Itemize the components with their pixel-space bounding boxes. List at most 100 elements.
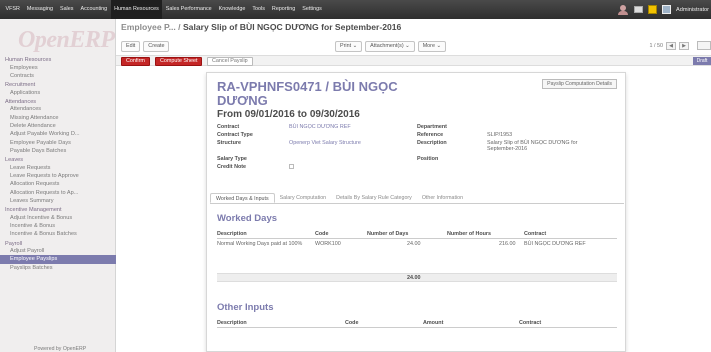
print-dropdown[interactable]: Print ⌄ — [335, 41, 363, 52]
department-label: Department — [417, 124, 447, 130]
cancel-payslip-button[interactable]: Cancel Payslip — [207, 57, 253, 66]
sidebar-item[interactable]: Employee Payable Days — [0, 139, 116, 147]
prev-record-button[interactable]: ◀ — [666, 42, 676, 50]
main-content: Employee P... / Salary Slip of BÙI NGỌC … — [116, 19, 711, 352]
sidebar-item[interactable]: Leaves Summary — [0, 197, 116, 205]
avatar[interactable] — [662, 5, 672, 14]
notebook-tab[interactable]: Worked Days & Inputs — [210, 193, 275, 203]
structure-field[interactable]: Openerp Viet Salary Structure — [289, 140, 361, 146]
sidebar-item[interactable]: Adjust Payroll — [0, 247, 116, 255]
column-header[interactable]: Contract — [524, 231, 546, 237]
sidebar-item[interactable]: Incentive & Bonus Batches — [0, 230, 116, 238]
column-header[interactable]: Code — [345, 320, 358, 326]
sidebar-item[interactable]: Attendances — [0, 105, 116, 113]
top-menu: VFSR Messaging Sales Accounting Human Resour… — [2, 0, 325, 19]
create-button[interactable]: Create — [143, 41, 170, 52]
sidebar-item[interactable]: Payable Days Batches — [0, 147, 116, 155]
column-header[interactable]: Description — [217, 320, 247, 326]
column-header[interactable]: Number of Hours — [447, 231, 491, 237]
column-header[interactable]: Amount — [423, 320, 443, 326]
sidebar-section-title: Payroll — [5, 240, 23, 247]
sidebar-item[interactable]: Adjust Payable Working D... — [0, 130, 116, 138]
top-menu-item[interactable]: VFSR — [2, 0, 23, 19]
sidebar-dropdowns: Print ⌄ Attachment(s) ⌄ More ⌄ — [335, 41, 446, 52]
payslip-details-button[interactable]: Payslip Computation Details — [542, 79, 617, 89]
user-name[interactable]: Administrator — [676, 7, 711, 13]
total-days: 24.00 — [407, 275, 421, 281]
contract-label: Contract — [217, 124, 240, 130]
reference-field[interactable]: SLIP/1953 — [487, 132, 512, 138]
contract-field[interactable]: BÙI NGỌC DƯƠNG REF — [289, 124, 351, 130]
form-view-button[interactable] — [697, 41, 711, 50]
user-icon[interactable] — [617, 4, 629, 15]
status-bar: Confirm Compute Sheet Cancel Payslip Dra… — [116, 55, 711, 66]
column-header[interactable]: Code — [315, 231, 328, 237]
top-menu-item[interactable]: Sales Performance — [162, 0, 215, 19]
credit-note-checkbox[interactable] — [289, 164, 294, 169]
reference-label: Reference — [417, 132, 444, 138]
top-menu-bar: VFSR Messaging Sales Accounting Human Resour… — [0, 0, 711, 19]
top-menu-item[interactable]: Tools — [249, 0, 269, 19]
top-menu-item[interactable]: Knowledge — [215, 0, 249, 19]
attachments-dropdown[interactable]: Attachment(s) ⌄ — [365, 41, 415, 52]
pager: 1 / 50 ◀ ▶ — [649, 42, 689, 50]
powered-by[interactable]: Powered by OpenERP — [34, 346, 86, 352]
app-logo[interactable]: OpenERP — [18, 27, 115, 54]
payslip-title: RA-VPHNFS0471 / BÙI NGỌC DƯƠNG — [217, 79, 398, 108]
sidebar-item[interactable]: Employee Payslips — [0, 255, 116, 264]
sidebar-item[interactable]: Incentive & Bonus — [0, 222, 116, 230]
sidebar-item[interactable]: Allocation Requests to Ap... — [0, 189, 116, 197]
top-menu-item[interactable]: Human Resources — [110, 0, 163, 19]
table-footer: 24.00 — [217, 273, 617, 282]
table-row[interactable]: Normal Working Days paid at 100% WORK100… — [217, 240, 617, 248]
notebook-tab[interactable]: Details By Salary Rule Category — [331, 193, 417, 203]
sidebar-item[interactable]: Missing Attendance — [0, 114, 116, 122]
sidebar-section-title: Recruitment — [5, 82, 36, 89]
sidebar-item[interactable]: Payslips Batches — [0, 264, 116, 272]
pager-value: 1 / 50 — [649, 43, 664, 49]
edit-button[interactable]: Edit — [121, 41, 141, 52]
sidebar-item[interactable]: Leave Requests to Approve — [0, 172, 116, 180]
sidebar-item[interactable]: Delete Attendance — [0, 122, 116, 130]
sidebar-item[interactable]: Employees — [0, 64, 116, 72]
structure-label: Structure — [217, 140, 241, 146]
sidebar-item[interactable]: Leave Requests — [0, 164, 116, 172]
top-menu-item[interactable]: Settings — [299, 0, 325, 19]
top-menu-item[interactable]: Reporting — [268, 0, 298, 19]
cell-code: WORK100 — [315, 241, 341, 247]
description-field[interactable]: Salary Slip of BÙI NGỌC DƯƠNG for Septem… — [487, 140, 597, 152]
table-header: Description Code Number of Days Number o… — [217, 230, 617, 239]
mail-icon[interactable] — [634, 6, 644, 13]
sidebar-item[interactable]: Allocation Requests — [0, 180, 116, 188]
column-header[interactable]: Number of Days — [367, 231, 408, 237]
notebook-tab[interactable]: Salary Computation — [275, 193, 332, 203]
position-label: Position — [417, 156, 439, 162]
compute-sheet-button[interactable]: Compute Sheet — [155, 57, 203, 66]
notebook-tabs: Worked Days & Inputs Salary Computation De… — [210, 193, 624, 204]
top-menu-item[interactable]: Accounting — [77, 0, 111, 19]
notebook-tab[interactable]: Other Information — [417, 193, 468, 203]
other-inputs-title: Other Inputs — [217, 302, 274, 313]
sidebar-item[interactable]: Applications — [0, 89, 116, 97]
top-menu-item[interactable]: Sales — [56, 0, 77, 19]
state-draft[interactable]: Draft — [693, 57, 711, 65]
form-sheet: Payslip Computation Details RA-VPHNFS047… — [206, 72, 626, 352]
sidebar-nav: Human Resources Employees Contracts Recruit… — [0, 55, 116, 272]
sidebar-item[interactable]: Contracts — [0, 72, 116, 80]
topbar-right: Administrator — [617, 0, 711, 19]
description-label: Description — [417, 140, 447, 146]
notification-icon[interactable] — [648, 5, 658, 14]
worked-days-table: Description Code Number of Days Number o… — [217, 230, 617, 290]
column-header[interactable]: Description — [217, 231, 247, 237]
sidebar: OpenERP Human Resources Employees Contract… — [0, 19, 116, 352]
more-dropdown[interactable]: More ⌄ — [417, 41, 446, 52]
top-menu-item[interactable]: Messaging — [23, 0, 56, 19]
breadcrumb-parent[interactable]: Employee P... / — [121, 22, 181, 32]
cell-days: 24.00 — [407, 241, 421, 247]
sidebar-item[interactable]: Adjust Incentive & Bonus — [0, 214, 116, 222]
payslip-period: From 09/01/2016 to 09/30/2016 — [217, 109, 360, 120]
column-header[interactable]: Contract — [519, 320, 541, 326]
confirm-button[interactable]: Confirm — [121, 57, 150, 66]
cell-contract: BÙI NGỌC DƯƠNG REF — [524, 241, 586, 247]
next-record-button[interactable]: ▶ — [679, 42, 689, 50]
